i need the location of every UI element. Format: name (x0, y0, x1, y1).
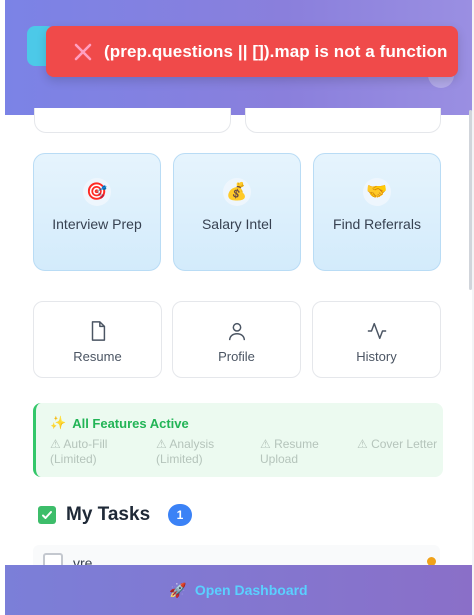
status-title: ✨ All Features Active (50, 415, 189, 431)
tool-label: History (356, 349, 397, 364)
status-item-resume-upload: ⚠ Resume Upload (260, 437, 319, 466)
tool-card-history[interactable]: History (312, 301, 441, 378)
sparkle-icon: ✨ (50, 415, 67, 430)
error-toast-message: (prep.questions || []).map is not a func… (104, 41, 448, 61)
feature-label: Salary Intel (201, 216, 273, 232)
partial-card-left[interactable] (34, 108, 231, 133)
error-toast: (prep.questions || []).map is not a func… (46, 26, 458, 77)
tool-card-resume[interactable]: Resume (33, 301, 162, 378)
tool-label: Profile (218, 349, 255, 364)
scrollbar[interactable] (469, 110, 472, 290)
tasks-title: My Tasks (66, 504, 151, 525)
status-item-analysis: ⚠ Analysis (Limited) (156, 437, 215, 466)
tool-card-profile[interactable]: Profile (172, 301, 301, 378)
features-status-box: ✨ All Features Active ⚠ Auto-Fill (Limit… (33, 403, 443, 477)
rocket-icon: 🚀 (169, 581, 187, 598)
money-bag-icon: 💰 (223, 178, 251, 206)
tool-label: Resume (73, 349, 122, 364)
target-icon: 🎯 (83, 178, 111, 206)
status-title-text: All Features Active (72, 415, 189, 431)
activity-icon (367, 322, 386, 340)
popup-footer: 🚀 Open Dashboard (5, 565, 472, 615)
feature-card-interview-prep[interactable]: 🎯 Interview Prep (33, 153, 161, 271)
partial-card-right[interactable] (245, 108, 441, 133)
close-icon[interactable] (72, 41, 94, 63)
feature-label: Find Referrals (333, 216, 421, 232)
handshake-icon: 🤝 (363, 178, 391, 206)
status-item-autofill: ⚠ Auto-Fill (Limited) (50, 437, 108, 466)
status-item-cover-letter: ⚠ Cover Letter (357, 437, 438, 451)
feature-label: Interview Prep (52, 216, 142, 232)
open-dashboard-link[interactable]: 🚀 Open Dashboard (169, 582, 307, 599)
feature-card-find-referrals[interactable]: 🤝 Find Referrals (313, 153, 441, 271)
tasks-count-badge: 1 (168, 504, 192, 526)
tasks-check-icon (38, 506, 56, 524)
user-icon (228, 322, 245, 341)
feature-card-salary-intel[interactable]: 💰 Salary Intel (173, 153, 301, 271)
extension-popup: 🎯 Interview Prep 💰 Salary Intel 🤝 Find R… (5, 0, 472, 615)
open-dashboard-label: Open Dashboard (194, 582, 308, 598)
document-icon (91, 321, 105, 341)
